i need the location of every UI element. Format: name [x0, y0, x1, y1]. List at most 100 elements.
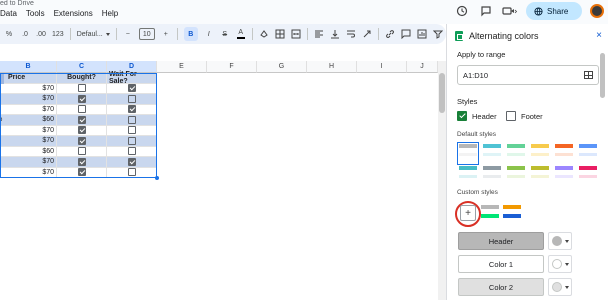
borders-icon[interactable] [275, 27, 285, 41]
price-cell[interactable]: $70 [0, 136, 57, 147]
increase-font-size-button[interactable]: + [161, 27, 171, 41]
bought-cell[interactable] [57, 136, 107, 147]
column-header-c[interactable]: C [57, 61, 107, 73]
horizontal-align-icon[interactable] [314, 27, 324, 41]
bought-cell[interactable] [57, 146, 107, 157]
header-checkbox[interactable] [457, 111, 467, 121]
default-style-swatch[interactable] [531, 144, 549, 163]
menu-tools[interactable]: Tools [26, 9, 45, 18]
bought-checkbox[interactable] [77, 84, 86, 93]
wait-cell[interactable] [107, 157, 157, 168]
bought-cell[interactable] [57, 104, 107, 115]
wait-cell[interactable] [107, 136, 157, 147]
bought-checkbox[interactable] [77, 147, 86, 156]
bought-checkbox[interactable] [77, 126, 86, 135]
text-wrapping-icon[interactable] [346, 27, 356, 41]
fill-handle[interactable] [155, 176, 159, 180]
column-header-j[interactable]: J [407, 61, 438, 73]
decrease-decimal-button[interactable]: .0 [20, 27, 30, 41]
grid-vertical-scrollbar[interactable] [438, 61, 446, 300]
wait-checkbox[interactable] [127, 157, 136, 166]
fill-color-icon[interactable] [259, 27, 269, 41]
close-icon[interactable]: × [596, 30, 602, 41]
font-size-input[interactable]: 10 [138, 28, 155, 40]
more-formats-button[interactable]: 123 [52, 27, 64, 41]
filter-icon[interactable] [432, 27, 443, 41]
select-range-icon[interactable] [584, 71, 593, 79]
bought-cell[interactable] [57, 115, 107, 126]
panel-scrollbar[interactable] [600, 53, 605, 253]
price-cell[interactable]: $70 [0, 125, 57, 136]
wait-checkbox[interactable] [127, 136, 136, 145]
color2-button[interactable]: Color 2 [458, 278, 544, 296]
color1-picker[interactable] [548, 255, 572, 273]
menu-extensions[interactable]: Extensions [54, 9, 93, 18]
bought-checkbox[interactable] [77, 136, 86, 145]
wait-cell[interactable] [107, 146, 157, 157]
wait-checkbox[interactable] [127, 126, 136, 135]
share-button[interactable]: Share [526, 2, 582, 20]
bought-cell[interactable] [57, 157, 107, 168]
menu-data[interactable]: Data [0, 9, 17, 18]
bought-checkbox[interactable] [77, 94, 86, 103]
spreadsheet-grid[interactable]: B C D E F G H I J Price Bought? Wait For S… [0, 61, 438, 300]
custom-style-swatch[interactable] [503, 205, 521, 224]
bought-cell[interactable] [57, 83, 107, 94]
color2-picker[interactable] [548, 278, 572, 296]
merge-cells-icon[interactable] [291, 27, 301, 41]
bought-checkbox[interactable] [77, 105, 86, 114]
price-cell[interactable]: $70 [0, 167, 57, 178]
column-header-b[interactable]: B [0, 61, 57, 73]
column-header-i[interactable]: I [357, 61, 407, 73]
default-style-swatch[interactable] [507, 166, 525, 185]
bought-checkbox[interactable] [77, 168, 86, 177]
history-icon[interactable] [454, 3, 470, 19]
wait-checkbox[interactable] [127, 105, 136, 114]
wait-cell[interactable] [107, 83, 157, 94]
price-cell[interactable]: $60 [0, 115, 57, 126]
default-style-swatch[interactable] [457, 142, 479, 165]
text-rotation-icon[interactable] [362, 27, 372, 41]
wait-cell[interactable] [107, 167, 157, 178]
wait-checkbox[interactable] [127, 168, 136, 177]
insert-link-icon[interactable] [385, 27, 395, 41]
grid-scroll-thumb[interactable] [439, 73, 445, 113]
default-style-swatch[interactable] [459, 166, 477, 185]
panel-scroll-thumb[interactable] [600, 53, 605, 98]
insert-chart-icon[interactable] [417, 27, 427, 41]
wait-checkbox[interactable] [127, 84, 136, 93]
bought-cell[interactable] [57, 125, 107, 136]
price-cell[interactable]: $70 [0, 157, 57, 168]
comment-icon[interactable] [478, 3, 494, 19]
bought-checkbox[interactable] [77, 115, 86, 124]
default-style-swatch[interactable] [555, 166, 573, 185]
strikethrough-button[interactable]: S [220, 27, 230, 41]
bought-cell[interactable] [57, 94, 107, 105]
custom-style-swatch[interactable] [481, 205, 499, 224]
column-header-e[interactable]: E [157, 61, 207, 73]
wait-header-cell[interactable]: Wait For Sale? [107, 71, 157, 85]
price-cell[interactable]: $70 [0, 83, 57, 94]
column-header-f[interactable]: F [207, 61, 257, 73]
price-cell[interactable]: $70 [0, 94, 57, 105]
font-family-select[interactable]: Defaul... [77, 27, 110, 41]
bold-button[interactable]: B [183, 27, 198, 41]
default-style-swatch[interactable] [507, 144, 525, 163]
bought-checkbox[interactable] [77, 157, 86, 166]
avatar[interactable] [590, 4, 604, 18]
video-icon[interactable] [502, 3, 518, 19]
default-style-swatch[interactable] [579, 166, 597, 185]
default-style-swatch[interactable] [483, 144, 501, 163]
bought-cell[interactable] [57, 167, 107, 178]
vertical-align-icon[interactable] [330, 27, 340, 41]
range-input[interactable]: A1:D10 [457, 65, 599, 85]
wait-cell[interactable] [107, 94, 157, 105]
default-style-swatch[interactable] [483, 166, 501, 185]
increase-decimal-button[interactable]: .00 [36, 27, 46, 41]
price-cell[interactable]: $60 [0, 146, 57, 157]
default-style-swatch[interactable] [579, 144, 597, 163]
header-color-button[interactable]: Header [458, 232, 544, 250]
default-style-swatch[interactable] [555, 144, 573, 163]
column-header-g[interactable]: G [257, 61, 307, 73]
italic-button[interactable]: I [204, 27, 214, 41]
